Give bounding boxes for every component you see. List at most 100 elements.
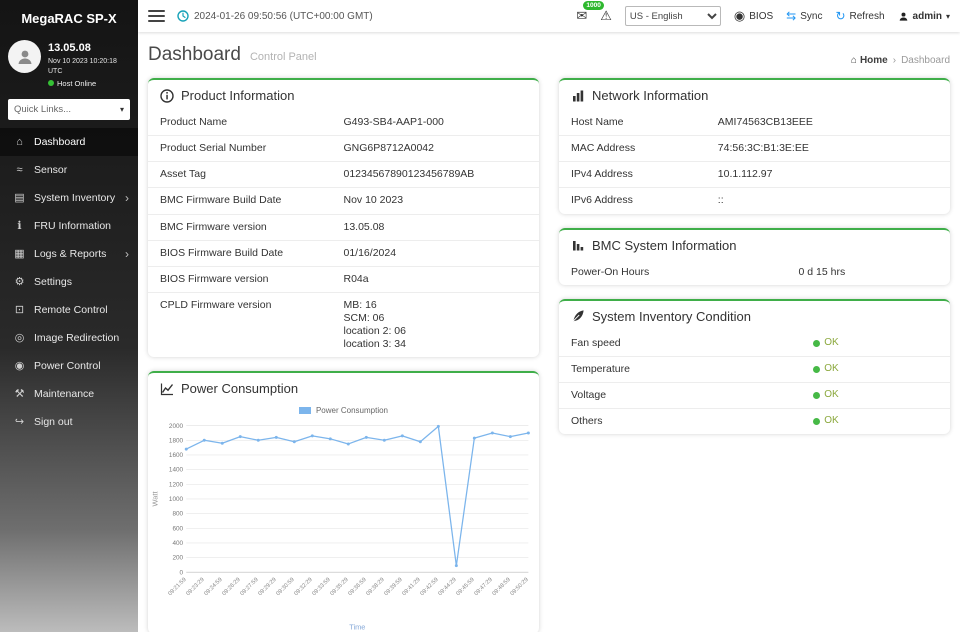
info-row: CPLD Firmware version MB: 16 SCM: 06 loc…	[148, 293, 539, 358]
breadcrumb-current: Dashboard	[901, 55, 950, 66]
network-information-card: Network Information Host Name AMI74563CB…	[559, 78, 950, 214]
line-chart-icon	[160, 382, 174, 396]
sidebar-item-system-inventory[interactable]: ▤ System Inventory ›	[0, 184, 138, 212]
svg-text:09:26:29: 09:26:29	[221, 577, 241, 597]
quick-links-label: Quick Links...	[14, 104, 71, 115]
app-window: MegaRAC SP-X 13.05.08 Nov 10 2023 10:20:…	[0, 0, 960, 632]
user-icon	[898, 11, 909, 22]
info-row: MAC Address 74:56:3C:B1:3E:EE	[559, 136, 950, 162]
info-row: Voltage OK	[559, 383, 950, 409]
svg-text:09:30:59: 09:30:59	[275, 577, 295, 597]
status-badge: OK	[824, 389, 838, 402]
warning-icon[interactable]: ⚠	[600, 8, 612, 24]
svg-text:09:50:29: 09:50:29	[510, 577, 530, 597]
info-row: BIOS Firmware Build Date 01/16/2024	[148, 241, 539, 267]
svg-text:09:48:59: 09:48:59	[491, 577, 511, 597]
firmware-build-date: Nov 10 2023 10:20:18 UTC	[48, 57, 130, 78]
logs-reports-icon: ▦	[13, 247, 26, 260]
page-subtitle: Control Panel	[250, 51, 317, 63]
breadcrumb-home-link[interactable]: ⌂ Home	[851, 55, 888, 66]
info-row: Fan speed OK	[559, 331, 950, 357]
firmware-version: 13.05.08	[48, 40, 130, 57]
info-row: Product Name G493-SB4-AAP1-000	[148, 110, 539, 136]
info-row: BMC Firmware Build Date Nov 10 2023	[148, 188, 539, 214]
svg-text:Watt: Watt	[151, 492, 160, 507]
status-ok-dot	[813, 418, 820, 425]
svg-text:09:47:29: 09:47:29	[473, 577, 493, 597]
svg-text:600: 600	[172, 526, 183, 533]
card-title: Product Information	[181, 88, 294, 103]
bios-button[interactable]: ◉ BIOS	[734, 8, 773, 24]
language-select[interactable]: US - English	[625, 6, 721, 26]
sync-icon: ⇆	[786, 9, 796, 23]
status-badge: OK	[824, 415, 838, 428]
svg-text:2000: 2000	[169, 423, 184, 430]
info-row: Product Serial Number GNG6P8712A0042	[148, 136, 539, 162]
user-avatar-icon	[15, 47, 35, 67]
svg-text:800: 800	[172, 511, 183, 518]
card-title: Network Information	[592, 88, 708, 103]
caret-down-icon: ▾	[120, 105, 124, 114]
sidebar-item-image-redirection[interactable]: ◎ Image Redirection	[0, 324, 138, 352]
svg-text:1200: 1200	[169, 482, 184, 489]
sidebar-item-settings[interactable]: ⚙ Settings	[0, 268, 138, 296]
refresh-button[interactable]: ↻ Refresh	[835, 9, 884, 23]
home-icon: ⌂	[851, 55, 857, 66]
svg-text:09:36:59: 09:36:59	[347, 577, 367, 597]
host-online-dot	[48, 80, 54, 86]
bar-chart-icon	[571, 89, 585, 103]
sync-button[interactable]: ⇆ Sync	[786, 9, 822, 23]
refresh-icon: ↻	[835, 9, 845, 23]
svg-text:0: 0	[180, 570, 184, 577]
svg-text:09:23:29: 09:23:29	[185, 577, 205, 597]
svg-text:1000: 1000	[169, 496, 184, 503]
system-inventory-icon: ▤	[13, 191, 26, 204]
info-row: BIOS Firmware version R04a	[148, 267, 539, 293]
svg-text:400: 400	[172, 540, 183, 547]
sidebar-item-logs-reports[interactable]: ▦ Logs & Reports ›	[0, 240, 138, 268]
sidebar-item-sensor[interactable]: ≈ Sensor	[0, 156, 138, 184]
power-control-icon: ◉	[13, 359, 26, 372]
notifications-button[interactable]: ✉ 1000	[576, 7, 587, 25]
quick-links-select[interactable]: Quick Links... ▾	[8, 99, 130, 120]
svg-text:09:33:59: 09:33:59	[311, 577, 331, 597]
clock-icon	[177, 10, 189, 22]
card-title: Power Consumption	[181, 381, 298, 396]
maintenance-wrench-icon: ⚒	[13, 387, 26, 400]
svg-text:09:41:29: 09:41:29	[401, 577, 421, 597]
fru-information-icon: ℹ	[13, 219, 26, 232]
info-row: IPv4 Address 10.1.112.97	[559, 162, 950, 188]
chevron-right-icon: ›	[125, 247, 129, 261]
sidebar-item-dashboard[interactable]: ⌂ Dashboard	[0, 128, 138, 156]
svg-text:09:21:59: 09:21:59	[167, 577, 187, 597]
sidebar-item-power-control[interactable]: ◉ Power Control	[0, 352, 138, 380]
avatar	[8, 40, 41, 73]
svg-text:09:27:59: 09:27:59	[239, 577, 259, 597]
svg-text:Time: Time	[349, 623, 365, 632]
remote-control-icon: ⊡	[13, 303, 26, 316]
info-row: Host Name AMI74563CB13EEE	[559, 110, 950, 136]
legend-label: Power Consumption	[316, 406, 388, 415]
main-area: 2024-01-26 09:50:56 (UTC+00:00 GMT) ✉ 10…	[138, 0, 960, 632]
chart-legend[interactable]: Power Consumption	[148, 403, 539, 415]
sidebar-item-remote-control[interactable]: ⊡ Remote Control	[0, 296, 138, 324]
legend-swatch	[299, 407, 311, 414]
info-row: Asset Tag 01234567890123456789AB	[148, 162, 539, 188]
info-row: Others OK	[559, 409, 950, 434]
sidebar-item-fru-information[interactable]: ℹ FRU Information	[0, 212, 138, 240]
user-menu-button[interactable]: admin ▾	[898, 11, 950, 22]
svg-text:09:24:59: 09:24:59	[203, 577, 223, 597]
sidebar-item-sign-out[interactable]: ↪ Sign out	[0, 408, 138, 436]
svg-text:09:38:29: 09:38:29	[365, 577, 385, 597]
page-title: Dashboard	[148, 44, 241, 66]
device-info-block: 13.05.08 Nov 10 2023 10:20:18 UTC Host O…	[0, 34, 138, 93]
info-row: IPv6 Address ::	[559, 188, 950, 213]
power-consumption-card: Power Consumption Power Consumption 0 200…	[148, 371, 539, 632]
info-row: Power-On Hours 0 d 15 hrs	[559, 260, 950, 285]
page-content: Dashboard Control Panel ⌂ Home › Dashboa…	[138, 32, 960, 632]
hamburger-menu-icon[interactable]	[148, 10, 165, 22]
sidebar-item-maintenance[interactable]: ⚒ Maintenance	[0, 380, 138, 408]
bios-icon: ◉	[734, 8, 745, 24]
svg-text:09:29:29: 09:29:29	[257, 577, 277, 597]
sidebar-nav: ⌂ Dashboard ≈ Sensor ▤ System Inventory …	[0, 128, 138, 436]
